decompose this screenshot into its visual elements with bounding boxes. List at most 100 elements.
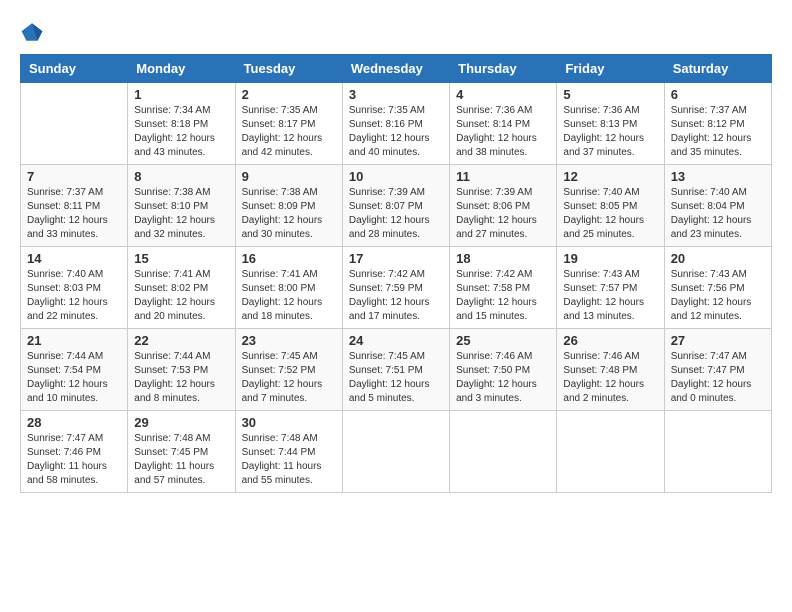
calendar-day-header: Saturday [664,55,771,83]
day-info: Sunrise: 7:43 AM Sunset: 7:56 PM Dayligh… [671,268,765,324]
day-info: Sunrise: 7:39 AM Sunset: 8:07 PM Dayligh… [349,186,443,242]
calendar-cell: 3Sunrise: 7:35 AM Sunset: 8:16 PM Daylig… [342,83,449,165]
calendar-cell: 29 Sunrise: 7:48 AM Sunset: 7:45 PM Dayli… [128,411,235,493]
calendar-cell: 19 Sunrise: 7:43 AM Sunset: 7:57 PM Dayli… [557,247,664,329]
calendar-cell: 22 Sunrise: 7:44 AM Sunset: 7:53 PM Dayli… [128,329,235,411]
calendar-cell: 9 Sunrise: 7:38 AM Sunset: 8:09 PM Daylig… [235,165,342,247]
logo-icon [20,20,44,44]
day-number: 7 [27,169,121,184]
day-number: 20 [671,251,765,266]
calendar-cell: 13 Sunrise: 7:40 AM Sunset: 8:04 PM Dayli… [664,165,771,247]
day-info: Sunrise: 7:35 AM Sunset: 8:17 PM Dayligh… [242,104,336,160]
calendar-cell: 21 Sunrise: 7:44 AM Sunset: 7:54 PM Dayli… [21,329,128,411]
calendar-cell: 7 Sunrise: 7:37 AM Sunset: 8:11 PM Daylig… [21,165,128,247]
calendar-day-header: Friday [557,55,664,83]
calendar-cell: 6 Sunrise: 7:37 AM Sunset: 8:12 PM Daylig… [664,83,771,165]
calendar-cell [664,411,771,493]
calendar-cell: 27 Sunrise: 7:47 AM Sunset: 7:47 PM Dayli… [664,329,771,411]
day-number: 28 [27,415,121,430]
day-number: 16 [242,251,336,266]
day-number: 21 [27,333,121,348]
calendar-cell: 25 Sunrise: 7:46 AM Sunset: 7:50 PM Dayli… [450,329,557,411]
calendar-cell: 15Sunrise: 7:41 AM Sunset: 8:02 PM Dayli… [128,247,235,329]
calendar-cell: 20 Sunrise: 7:43 AM Sunset: 7:56 PM Dayli… [664,247,771,329]
calendar-cell: 28 Sunrise: 7:47 AM Sunset: 7:46 PM Dayli… [21,411,128,493]
calendar-day-header: Thursday [450,55,557,83]
day-info: Sunrise: 7:44 AM Sunset: 7:53 PM Dayligh… [134,350,228,406]
logo [20,20,52,44]
calendar-cell [342,411,449,493]
day-number: 19 [563,251,657,266]
day-number: 8 [134,169,228,184]
calendar-cell: 2 Sunrise: 7:35 AM Sunset: 8:17 PM Daylig… [235,83,342,165]
calendar-day-header: Tuesday [235,55,342,83]
day-number: 25 [456,333,550,348]
day-info: Sunrise: 7:47 AM Sunset: 7:46 PM Dayligh… [27,432,121,488]
day-number: 3 [349,87,443,102]
calendar-cell: 10 Sunrise: 7:39 AM Sunset: 8:07 PM Dayli… [342,165,449,247]
day-info: Sunrise: 7:37 AM Sunset: 8:12 PM Dayligh… [671,104,765,160]
day-info: Sunrise: 7:39 AM Sunset: 8:06 PM Dayligh… [456,186,550,242]
calendar-cell: 14 Sunrise: 7:40 AM Sunset: 8:03 PM Dayli… [21,247,128,329]
calendar-cell: 18 Sunrise: 7:42 AM Sunset: 7:58 PM Dayli… [450,247,557,329]
day-info: Sunrise: 7:46 AM Sunset: 7:50 PM Dayligh… [456,350,550,406]
day-info: Sunrise: 7:38 AM Sunset: 8:09 PM Dayligh… [242,186,336,242]
day-number: 9 [242,169,336,184]
day-number: 4 [456,87,550,102]
day-number: 1 [134,87,228,102]
calendar-cell: 11 Sunrise: 7:39 AM Sunset: 8:06 PM Dayli… [450,165,557,247]
day-number: 15 [134,251,228,266]
day-info: Sunrise: 7:40 AM Sunset: 8:05 PM Dayligh… [563,186,657,242]
day-info: Sunrise: 7:42 AM Sunset: 7:59 PM Dayligh… [349,268,443,324]
calendar-cell: 16 Sunrise: 7:41 AM Sunset: 8:00 PM Dayli… [235,247,342,329]
calendar-cell: 5 Sunrise: 7:36 AM Sunset: 8:13 PM Daylig… [557,83,664,165]
calendar-cell [450,411,557,493]
day-number: 17 [349,251,443,266]
day-info: Sunrise: 7:42 AM Sunset: 7:58 PM Dayligh… [456,268,550,324]
day-info: Sunrise: 7:45 AM Sunset: 7:51 PM Dayligh… [349,350,443,406]
day-info: Sunrise: 7:43 AM Sunset: 7:57 PM Dayligh… [563,268,657,324]
day-number: 23 [242,333,336,348]
day-info: Sunrise: 7:48 AM Sunset: 7:45 PM Dayligh… [134,432,228,488]
day-info: Sunrise: 7:34 AM Sunset: 8:18 PM Dayligh… [134,104,228,160]
day-number: 12 [563,169,657,184]
day-info: Sunrise: 7:36 AM Sunset: 8:13 PM Dayligh… [563,104,657,160]
calendar-day-header: Wednesday [342,55,449,83]
day-number: 10 [349,169,443,184]
day-info: Sunrise: 7:45 AM Sunset: 7:52 PM Dayligh… [242,350,336,406]
day-info: Sunrise: 7:44 AM Sunset: 7:54 PM Dayligh… [27,350,121,406]
calendar-day-header: Monday [128,55,235,83]
calendar-cell: 4 Sunrise: 7:36 AM Sunset: 8:14 PM Daylig… [450,83,557,165]
day-info: Sunrise: 7:47 AM Sunset: 7:47 PM Dayligh… [671,350,765,406]
day-number: 30 [242,415,336,430]
day-number: 24 [349,333,443,348]
day-info: Sunrise: 7:41 AM Sunset: 8:00 PM Dayligh… [242,268,336,324]
day-number: 27 [671,333,765,348]
calendar-cell: 23 Sunrise: 7:45 AM Sunset: 7:52 PM Dayli… [235,329,342,411]
calendar-cell: 24 Sunrise: 7:45 AM Sunset: 7:51 PM Dayli… [342,329,449,411]
calendar-table: SundayMondayTuesdayWednesdayThursdayFrid… [20,54,772,493]
day-number: 13 [671,169,765,184]
calendar-cell [557,411,664,493]
day-number: 11 [456,169,550,184]
calendar-cell [21,83,128,165]
day-info: Sunrise: 7:36 AM Sunset: 8:14 PM Dayligh… [456,104,550,160]
day-info: Sunrise: 7:38 AM Sunset: 8:10 PM Dayligh… [134,186,228,242]
calendar-cell: 1 Sunrise: 7:34 AM Sunset: 8:18 PM Daylig… [128,83,235,165]
day-number: 26 [563,333,657,348]
calendar-cell: 26Sunrise: 7:46 AM Sunset: 7:48 PM Dayli… [557,329,664,411]
day-number: 6 [671,87,765,102]
calendar-day-header: Sunday [21,55,128,83]
day-number: 2 [242,87,336,102]
day-number: 22 [134,333,228,348]
calendar-cell: 12 Sunrise: 7:40 AM Sunset: 8:05 PM Dayli… [557,165,664,247]
day-number: 5 [563,87,657,102]
calendar-header: SundayMondayTuesdayWednesdayThursdayFrid… [21,55,772,83]
day-info: Sunrise: 7:40 AM Sunset: 8:04 PM Dayligh… [671,186,765,242]
day-info: Sunrise: 7:40 AM Sunset: 8:03 PM Dayligh… [27,268,121,324]
day-number: 14 [27,251,121,266]
day-number: 18 [456,251,550,266]
page-header [20,20,772,44]
day-info: Sunrise: 7:37 AM Sunset: 8:11 PM Dayligh… [27,186,121,242]
day-number: 29 [134,415,228,430]
